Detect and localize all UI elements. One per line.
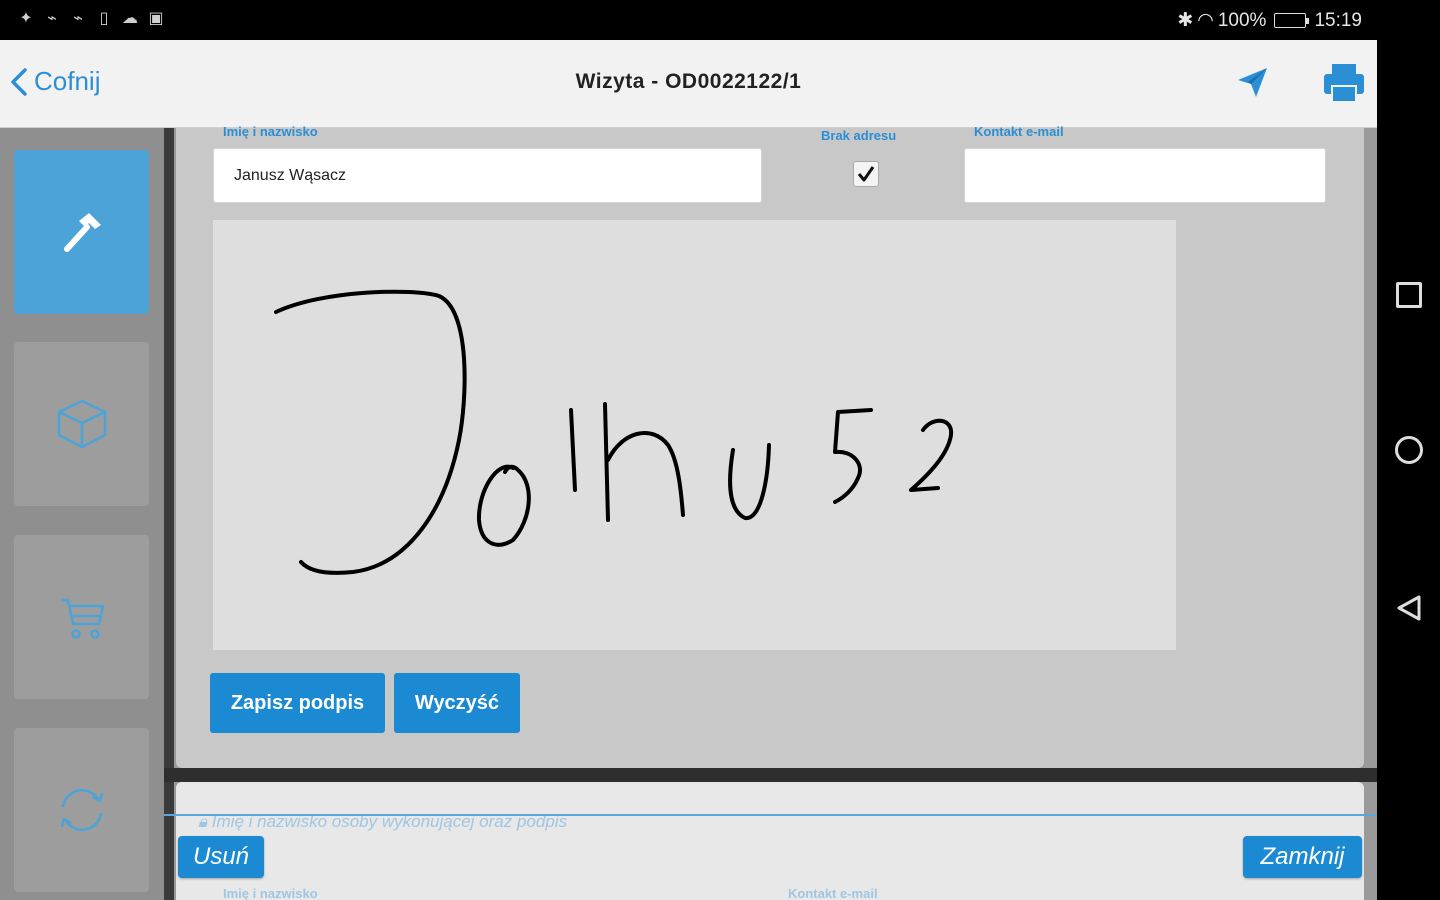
performer-section: 🔒︎ Imię i nazwisko osoby wykonującej ora… bbox=[176, 782, 1364, 900]
sidebar-item-sync[interactable] bbox=[14, 728, 149, 892]
notification-icon: ✦ bbox=[19, 10, 33, 27]
clear-button[interactable]: Wyczyść bbox=[394, 673, 520, 733]
sidebar bbox=[0, 128, 164, 900]
recents-icon[interactable] bbox=[1396, 282, 1422, 308]
print-icon[interactable] bbox=[1322, 62, 1366, 104]
performer-email-label: Kontakt e-mail bbox=[788, 886, 878, 900]
battery-percent: 100% bbox=[1217, 9, 1267, 31]
notification-icons: ✦ ⌁ ⌁ ▯ ☁ ▣ bbox=[18, 10, 164, 28]
signature-panel: Imię i nazwisko Janusz Wąsacz Brak adres… bbox=[176, 124, 1364, 768]
signature-canvas[interactable] bbox=[213, 220, 1176, 650]
footer-line bbox=[164, 814, 1377, 816]
status-bar: ✦ ⌁ ⌁ ▯ ☁ ▣ ✱ ◠ 100% 15:19 bbox=[0, 0, 1440, 40]
sim-icon: ▯ bbox=[99, 10, 109, 27]
performer-name-label: Imię i nazwisko bbox=[223, 886, 318, 900]
sidebar-item-products[interactable] bbox=[14, 342, 149, 506]
email-field[interactable] bbox=[964, 148, 1326, 203]
section-separator bbox=[164, 768, 1377, 782]
delete-button[interactable]: Usuń bbox=[178, 836, 264, 878]
home-icon[interactable] bbox=[1395, 436, 1423, 464]
top-bar: Cofnij Wizyta - OD0022122/1 bbox=[0, 40, 1377, 128]
email-label: Kontakt e-mail bbox=[974, 124, 1064, 139]
bluetooth-icon: ✱ bbox=[1177, 10, 1194, 31]
checkmark-icon bbox=[857, 166, 875, 182]
wifi-icon: ◠ bbox=[1197, 10, 1214, 31]
clock: 15:19 bbox=[1314, 9, 1362, 31]
signature-drawing bbox=[274, 289, 954, 575]
name-label: Imię i nazwisko bbox=[223, 124, 318, 139]
sidebar-item-cart[interactable] bbox=[14, 535, 149, 699]
sync-icon bbox=[60, 788, 103, 832]
android-nav-bar bbox=[1377, 40, 1440, 900]
app-window: Cofnij Wizyta - OD0022122/1 Imię i nazwi… bbox=[0, 40, 1377, 900]
cloud-icon: ☁ bbox=[122, 10, 138, 27]
save-signature-button[interactable]: Zapisz podpis bbox=[210, 673, 385, 733]
usb-icon: ⌁ bbox=[47, 10, 57, 27]
no-address-checkbox[interactable] bbox=[853, 161, 879, 187]
send-icon[interactable] bbox=[1234, 64, 1270, 100]
image-icon: ▣ bbox=[148, 10, 164, 27]
close-button[interactable]: Zamknij bbox=[1243, 836, 1362, 878]
no-address-label: Brak adresu bbox=[821, 128, 897, 143]
usb-icon: ⌁ bbox=[73, 10, 83, 27]
sidebar-divider bbox=[164, 128, 174, 900]
box-icon bbox=[57, 399, 106, 449]
system-status: ✱ ◠ 100% 15:19 bbox=[1177, 9, 1362, 32]
back-triangle-icon[interactable] bbox=[1395, 594, 1423, 622]
name-field[interactable]: Janusz Wąsacz bbox=[213, 148, 762, 203]
page-title: Wizyta - OD0022122/1 bbox=[575, 70, 802, 93]
hammer-icon bbox=[63, 213, 101, 252]
cart-icon bbox=[60, 598, 104, 639]
sidebar-item-services[interactable] bbox=[14, 150, 149, 314]
battery-icon bbox=[1274, 13, 1310, 28]
